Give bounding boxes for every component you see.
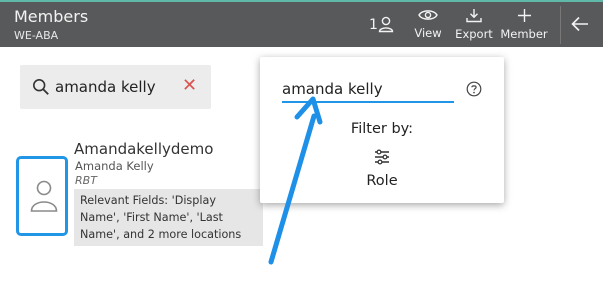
member-label: Member: [500, 27, 548, 41]
role-filter-label: Role: [366, 173, 398, 189]
plus-icon: [517, 9, 532, 26]
page-subtitle: WE-ABA: [14, 29, 59, 42]
relevant-fields-note: Relevant Fields: 'Display Name', 'First …: [74, 189, 263, 246]
search-input[interactable]: amanda kelly: [55, 77, 156, 97]
sliders-icon: [373, 149, 391, 169]
add-member-button[interactable]: Member: [500, 8, 548, 41]
search-filter-popup: amanda kelly Filter by: Role: [260, 57, 504, 203]
eye-icon: [418, 10, 438, 25]
result-display-name[interactable]: Amandakellydemo: [74, 140, 213, 158]
help-icon[interactable]: [466, 81, 482, 101]
user-avatar[interactable]: [16, 156, 68, 236]
export-button[interactable]: Export: [455, 8, 493, 41]
arrow-left-icon[interactable]: [570, 15, 590, 37]
toolbar-divider: [560, 6, 561, 44]
close-icon[interactable]: ✕: [182, 77, 197, 95]
top-bar: Members WE-ABA 1 View Export Member: [0, 0, 603, 47]
view-button[interactable]: View: [413, 8, 443, 40]
export-label: Export: [455, 27, 493, 41]
popup-search-input[interactable]: amanda kelly: [282, 79, 454, 103]
result-role: RBT: [75, 174, 97, 187]
filter-by-label: Filter by:: [350, 121, 414, 137]
role-filter-button[interactable]: Role: [354, 149, 410, 189]
view-label: View: [414, 26, 442, 40]
user-icon[interactable]: [377, 15, 395, 37]
result-full-name: Amanda Kelly: [75, 159, 154, 173]
search-icon: [32, 78, 50, 100]
user-avatar-icon: [30, 179, 58, 217]
download-icon: [465, 9, 483, 26]
page-title: Members: [14, 7, 89, 26]
